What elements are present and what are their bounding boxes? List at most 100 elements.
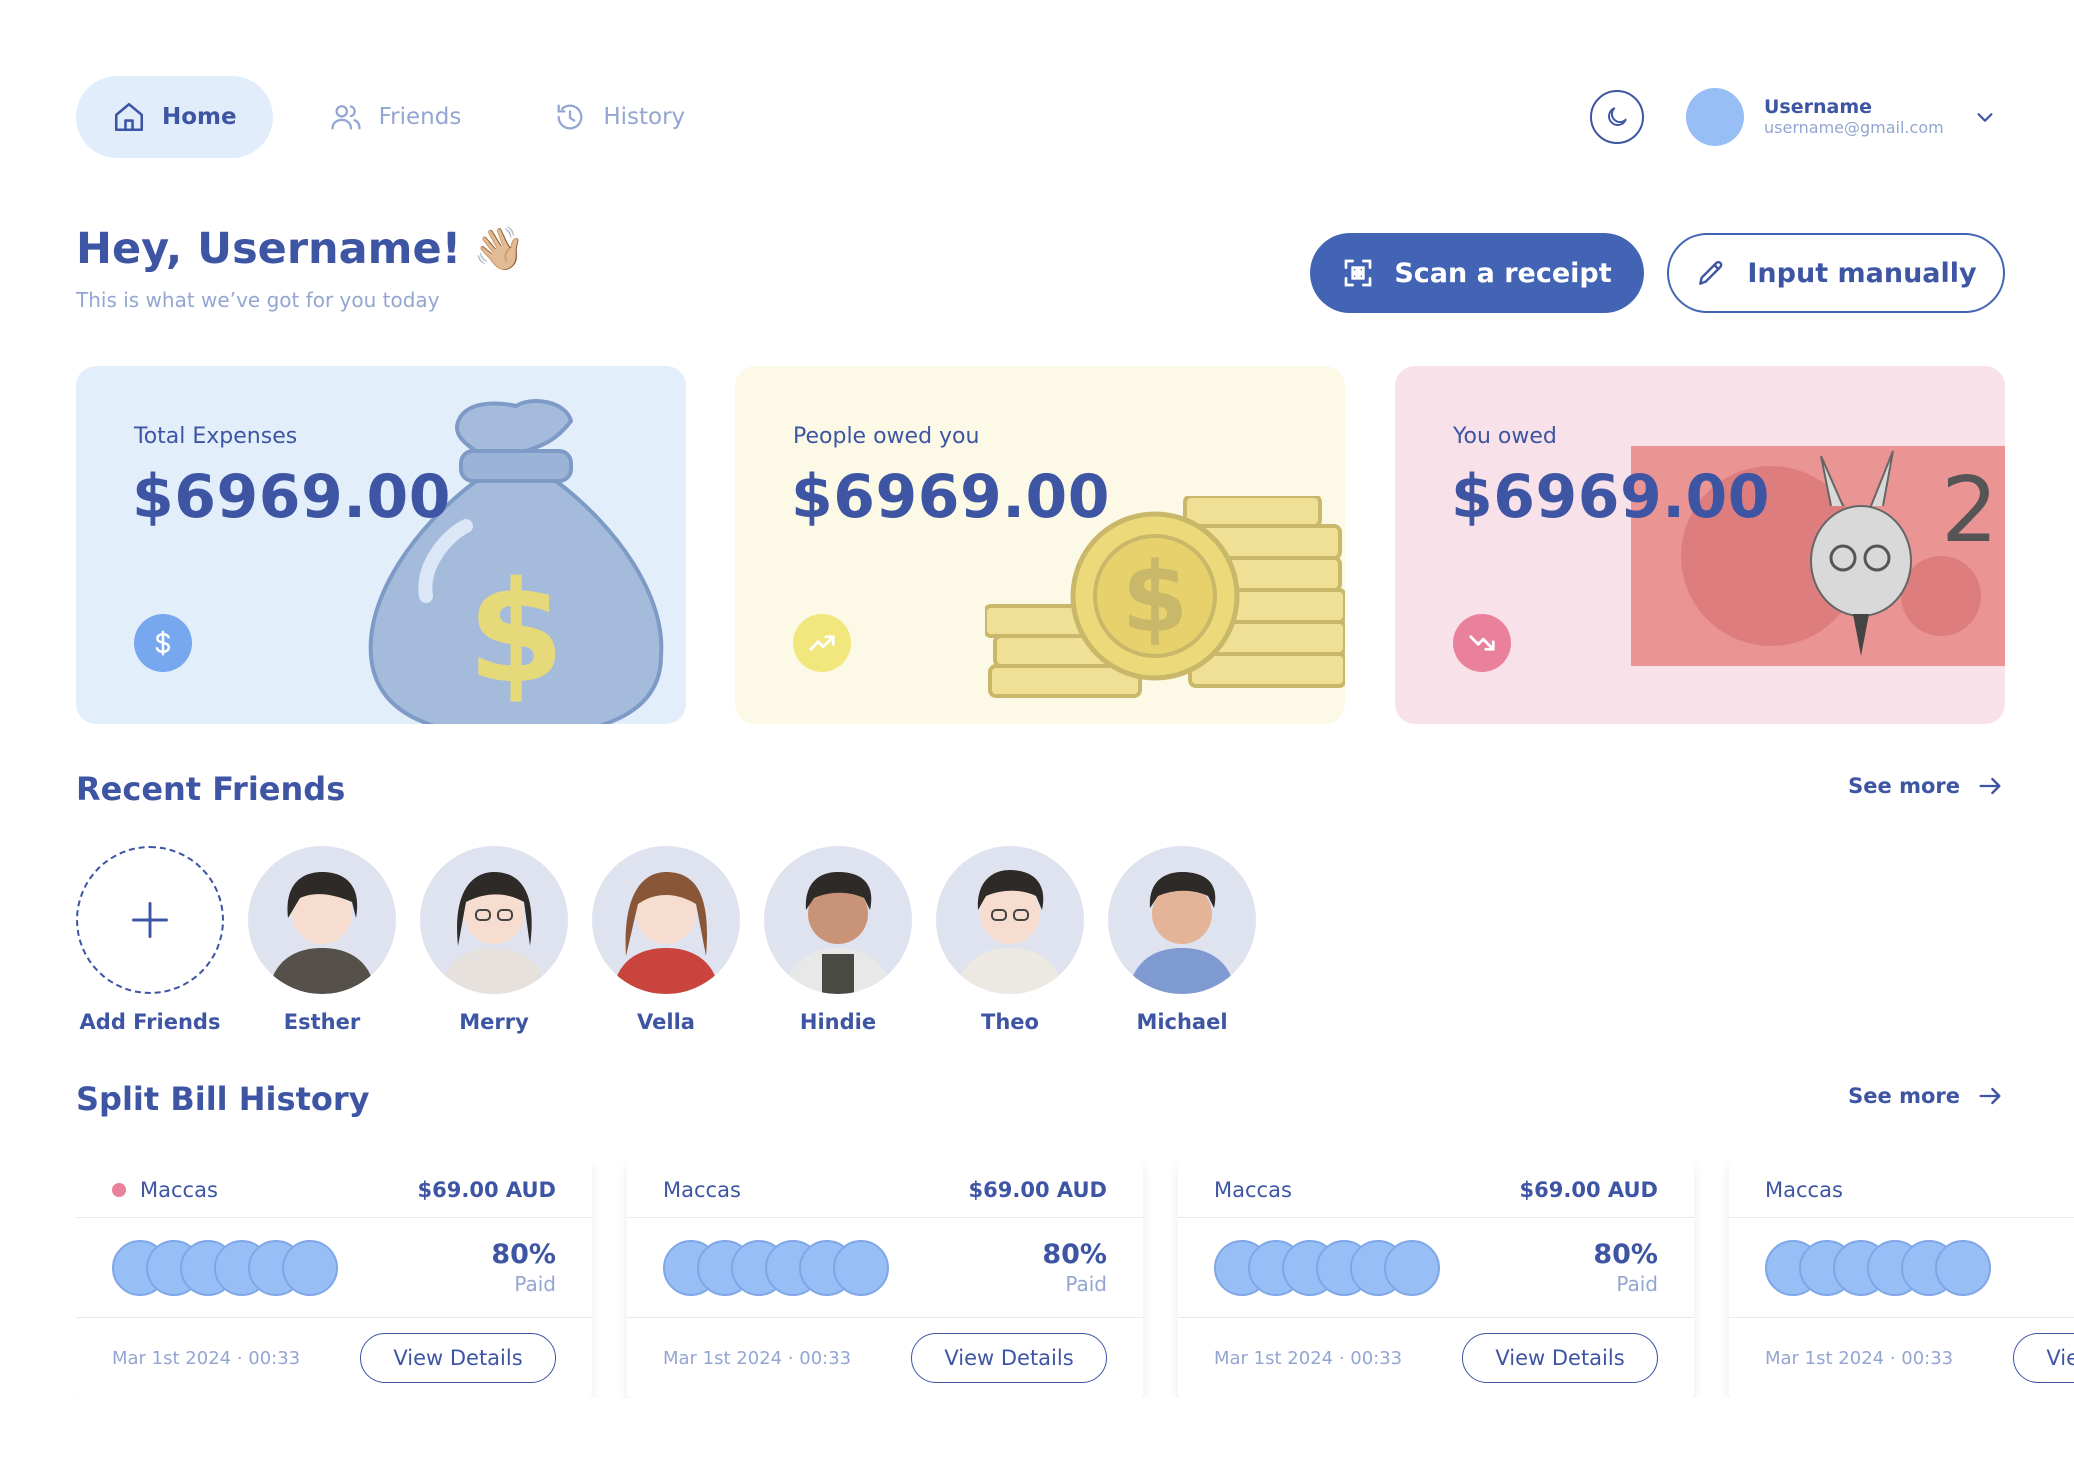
friends-see-more-link[interactable]: See more [1848,772,2004,800]
scan-receipt-button[interactable]: Scan a receipt [1310,233,1644,313]
bill-card[interactable]: Maccas $69.00 AUD 80% Paid Mar 1st 2024 … [627,1162,1143,1398]
friends-list: Add Friends Esther Merry Vella Hindie Th… [76,846,1256,1034]
bill-shop: Maccas [1765,1178,1843,1202]
user-menu[interactable]: Username username@gmail.com [1686,88,1996,146]
history-see-more-label: See more [1848,1084,1960,1108]
friend-item[interactable]: Hindie [764,846,912,1034]
bill-progress: 80% Paid [627,1218,1143,1318]
people-owed-badge [793,614,851,672]
paid-percentage: 80% Paid [1593,1239,1658,1297]
friend-item[interactable]: Theo [936,846,1084,1034]
friend-item[interactable]: Vella [592,846,740,1034]
history-icon [557,104,583,130]
friend-avatar [764,846,912,994]
bill-amount: $69.00 AUD [968,1177,1107,1202]
paid-percent-value: 80% [491,1238,556,1270]
nav-friends-label: Friends [378,104,462,130]
bill-amount: $69.00 AUD [417,1177,556,1202]
trending-up-icon [809,635,835,651]
avatar-illustration [784,872,892,994]
bill-history-list: Maccas $69.00 AUD 80% Paid Mar 1st 2024 … [76,1162,2074,1398]
paid-percent-label: Paid [514,1271,556,1296]
moon-icon [1608,107,1627,126]
user-meta: Username username@gmail.com [1764,96,1944,138]
chevron-down-icon[interactable] [1974,106,1996,128]
nav-home[interactable]: Home [76,76,273,158]
home-icon [114,102,144,132]
people-owed-you-card: $ People owed you $6969.00 [735,366,1345,724]
bill-card[interactable]: Maccas $69.00 AUD 80% Paid Mar 1st 2024 … [76,1162,592,1398]
friend-name: Michael [1136,1010,1228,1034]
participant-avatars [1765,1239,1991,1296]
bill-header: Maccas $69.00 AUD [1178,1162,1694,1218]
you-owed-label: You owed [1453,424,1557,449]
bill-shop-name: Maccas [140,1177,218,1202]
nav-history-label: History [603,104,686,130]
bill-shop: Maccas [112,1178,218,1202]
friend-avatar [1108,846,1256,994]
arrow-right-icon [1979,1087,2001,1105]
view-details-button[interactable]: View Details [1462,1333,1658,1383]
page-title: Hey, Username! 👋🏼 [76,224,526,274]
bill-header: Maccas $69.00 AUD [627,1162,1143,1218]
avatar [833,1239,889,1296]
avatar [1686,88,1744,146]
bill-header: Maccas $69.00 AUD [76,1162,592,1218]
theme-toggle-button[interactable] [1590,90,1644,144]
friend-item[interactable]: Esther [248,846,396,1034]
bill-date: Mar 1st 2024 · 00:33 [112,1347,301,1369]
friends-see-more-label: See more [1848,774,1960,798]
participant-avatars [112,1239,338,1296]
total-expenses-card: $ Total Expenses $6969.00 [76,366,686,724]
friend-name: Hindie [799,1010,877,1034]
wave-icon: 👋🏼 [473,224,526,273]
bill-footer: Mar 1st 2024 · 00:33 View Details [1178,1318,1694,1398]
bill-card[interactable]: Maccas $69.00 AUD 80% Paid Mar 1st 2024 … [1178,1162,1694,1398]
add-friends-label: Add Friends [79,1010,221,1034]
pencil-icon [1699,260,1723,285]
add-friends-item[interactable]: Add Friends [76,846,224,1034]
recent-friends-title: Recent Friends [76,770,346,808]
svg-text:$: $ [467,552,564,715]
users-icon [331,105,361,130]
avatar-illustration [612,872,720,994]
svg-text:2: 2 [1941,458,1998,563]
participant-avatars [1214,1239,1440,1296]
trending-down-icon [1469,635,1495,651]
plus-icon [132,902,168,938]
bill-shop: Maccas [1214,1178,1292,1202]
friend-item[interactable]: Merry [420,846,568,1034]
view-details-button[interactable]: View Details [2013,1333,2074,1383]
input-manually-label: Input manually [1747,257,1977,289]
friend-avatar [936,846,1084,994]
participant-avatars [663,1239,889,1296]
bill-progress: 80% Paid [76,1218,592,1318]
history-see-more-link[interactable]: See more [1848,1082,2004,1110]
scan-icon [1344,259,1372,287]
nav-friends[interactable]: Friends [293,76,498,158]
bill-header: Maccas [1729,1162,2074,1218]
friend-avatar [592,846,740,994]
bill-progress: 80% Paid [1178,1218,1694,1318]
bill-shop: Maccas [663,1178,741,1202]
add-friend-button[interactable] [76,846,224,994]
view-details-button[interactable]: View Details [911,1333,1107,1383]
bill-shop-name: Maccas [1214,1177,1292,1202]
paid-percent-value: 80% [1593,1238,1658,1270]
people-owed-label: People owed you [793,424,980,449]
scan-receipt-label: Scan a receipt [1394,257,1612,289]
avatar [282,1239,338,1296]
friend-item[interactable]: Michael [1108,846,1256,1034]
friend-avatar [248,846,396,994]
svg-text:$: $ [1122,542,1189,654]
friend-name: Vella [637,1010,695,1034]
input-manually-button[interactable]: Input manually [1667,233,2005,313]
paid-percentage: 80% Paid [1042,1239,1107,1297]
bill-progress [1729,1218,2074,1318]
bill-card[interactable]: Maccas Mar 1st 2024 · 00:33 View Details [1729,1162,2074,1398]
nav-history[interactable]: History [517,76,721,158]
paid-percent-value: 80% [1042,1238,1107,1270]
friend-name: Merry [459,1010,529,1034]
view-details-button[interactable]: View Details [360,1333,556,1383]
user-name: Username [1764,96,1873,118]
